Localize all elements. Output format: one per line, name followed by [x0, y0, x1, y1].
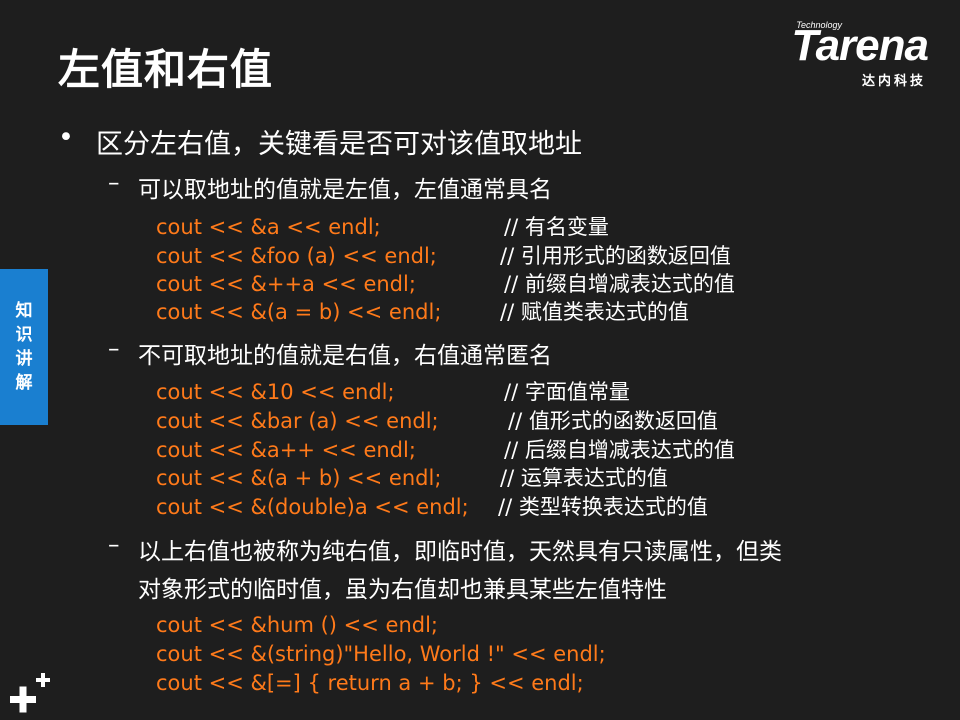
- tarena-logo: Technology Tarena 达内科技: [772, 18, 942, 89]
- side-tab-char: 识: [15, 325, 33, 345]
- code-comment: // 赋值类表达式的值: [500, 300, 689, 324]
- code-line: cout << &bar (a) << endl;: [156, 409, 439, 433]
- code-line: cout << &hum () << endl;: [156, 613, 439, 637]
- code-line: cout << &(double)a << endl;: [156, 495, 469, 519]
- code-comment: // 前缀自增减表达式的值: [504, 272, 735, 296]
- code-comment: // 运算表达式的值: [500, 466, 668, 490]
- side-tab-char: 解: [15, 373, 33, 393]
- code-line: cout << &(a = b) << endl;: [156, 300, 442, 324]
- logo-brand-name: Tarena: [791, 21, 929, 70]
- bullet-text: 区分左右值，关键看是否可对该值取地址: [96, 129, 582, 160]
- code-line: cout << &(a + b) << endl;: [156, 466, 442, 490]
- sub-bullet-text: 不可取地址的值就是右值，右值通常匿名: [138, 343, 552, 369]
- code-line: cout << &10 << endl;: [156, 380, 395, 404]
- side-tab-char: 讲: [15, 349, 33, 369]
- code-comment: // 字面值常量: [504, 380, 630, 404]
- slide-title: 左值和右值: [58, 45, 274, 94]
- sub-bullet-text-line2: 对象形式的临时值，虽为右值却也兼具某些左值特性: [138, 577, 667, 603]
- code-comment: // 后缀自增减表达式的值: [504, 438, 735, 462]
- sub-bullet-text-line1: 以上右值也被称为纯右值，即临时值，天然具有只读属性，但类: [138, 539, 782, 565]
- code-comment: // 值形式的函数返回值: [508, 409, 718, 433]
- code-line: cout << &a++ << endl;: [156, 438, 416, 462]
- code-comment: // 类型转换表达式的值: [498, 495, 708, 519]
- sub-bullet-dash: –: [108, 170, 120, 196]
- code-comment: // 有名变量: [504, 215, 609, 239]
- plus-plus-icon: [10, 673, 50, 713]
- side-tab-char: 知: [15, 301, 33, 321]
- sub-bullet-dash: –: [108, 532, 120, 558]
- bullet-marker: •: [58, 122, 74, 153]
- code-line: cout << &(string)"Hello, World !" << end…: [156, 642, 606, 666]
- code-comment: // 引用形式的函数返回值: [500, 244, 731, 268]
- side-tab-knowledge: 知 识 讲 解: [0, 269, 48, 425]
- logo-chinese-name: 达内科技: [861, 74, 926, 89]
- code-line: cout << &foo (a) << endl;: [156, 244, 437, 268]
- code-line: cout << &++a << endl;: [156, 272, 416, 296]
- code-line: cout << &[=] { return a + b; } << endl;: [156, 671, 584, 695]
- sub-bullet-dash: –: [108, 336, 120, 362]
- sub-bullet-text: 可以取地址的值就是左值，左值通常具名: [138, 177, 552, 203]
- code-line: cout << &a << endl;: [156, 215, 381, 239]
